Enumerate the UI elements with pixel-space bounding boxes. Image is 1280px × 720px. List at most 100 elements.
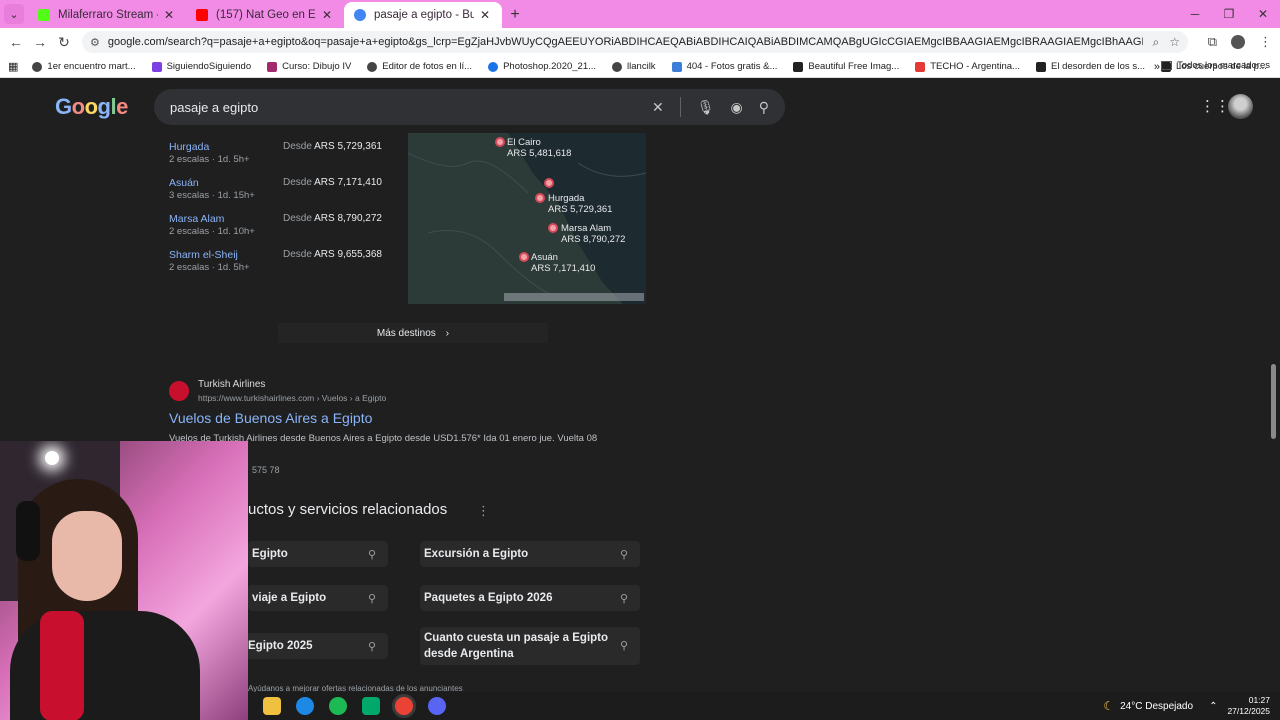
result-title-link[interactable]: Vuelos de Buenos Aires a Egipto <box>169 410 372 426</box>
bookmark-item[interactable]: llancilk <box>612 61 656 72</box>
google-apps-icon[interactable]: ⋮⋮ <box>1200 97 1230 115</box>
search-input[interactable] <box>170 99 652 115</box>
close-icon[interactable]: ✕ <box>320 8 334 22</box>
more-bookmarks-icon[interactable]: » <box>1154 61 1160 73</box>
microphone-icon[interactable]: 🎙 <box>697 99 715 116</box>
window-controls: ─ ❐ ✕ <box>1178 0 1280 28</box>
tab-google-search[interactable]: pasaje a egipto - Buscar con G ✕ <box>344 2 502 28</box>
reload-icon[interactable]: ↻ <box>52 34 76 51</box>
tab-milaferraro[interactable]: Milaferraro Stream - Watch Liv ✕ <box>28 2 186 28</box>
related-search-chip[interactable]: Egipto ⚲ <box>248 541 388 567</box>
bookmark-item[interactable]: Beautiful Free Imag... <box>793 61 899 72</box>
tab-natgeo[interactable]: (157) Nat Geo en Español - You ✕ <box>186 2 344 28</box>
profile-icon[interactable] <box>1231 35 1245 49</box>
close-icon[interactable]: ✕ <box>478 8 492 22</box>
bookmark-star-icon[interactable]: ☆ <box>1169 35 1180 49</box>
back-icon[interactable]: ← <box>4 34 28 50</box>
destination-meta: 2 escalas · 1d. 5h+ <box>169 262 250 273</box>
turkish-airlines-icon[interactable] <box>169 381 189 401</box>
clear-icon[interactable]: ✕ <box>652 99 664 116</box>
bookmark-item[interactable]: Editor de fotos en lí... <box>367 61 472 72</box>
list-item[interactable]: Hurgada 2 escalas · 1d. 5h+ Desde ARS 5,… <box>169 139 391 175</box>
related-search-chip[interactable]: Excursión a Egipto ⚲ <box>420 541 640 567</box>
minimize-icon[interactable]: ─ <box>1178 0 1212 28</box>
bookmark-item[interactable]: El desorden de los s... <box>1035 61 1145 72</box>
list-item[interactable]: Asuán 3 escalas · 1d. 15h+ Desde ARS 7,1… <box>169 175 391 211</box>
file-explorer-icon[interactable] <box>263 697 281 715</box>
map-pin-label: Hurgada ARS 5,729,361 <box>548 193 613 215</box>
destination-meta: 3 escalas · 1d. 15h+ <box>169 190 255 201</box>
destination-price: Desde ARS 8,790,272 <box>283 213 382 224</box>
apps-grid-icon[interactable]: ▦ <box>8 60 18 73</box>
result-url[interactable]: https://www.turkishairlines.com › Vuelos… <box>198 393 386 403</box>
browser-toolbar: ← → ↻ ⚙ google.com/search?q=pasaje+a+egi… <box>0 28 1280 56</box>
forward-icon[interactable]: → <box>28 34 52 50</box>
restore-icon[interactable]: ❐ <box>1212 0 1246 28</box>
destinations-map[interactable]: El Cairo ARS 5,481,618 Hurgada ARS 5,729,3… <box>408 133 646 304</box>
address-bar[interactable]: ⚙ google.com/search?q=pasaje+a+egipto&oq… <box>82 31 1188 53</box>
bookmark-item[interactable]: TECHO - Argentina... <box>915 61 1020 72</box>
destination-city[interactable]: Marsa Alam <box>169 213 224 225</box>
app-icon[interactable] <box>362 697 380 715</box>
destination-city[interactable]: Hurgada <box>169 141 209 153</box>
map-pin[interactable] <box>495 137 505 147</box>
clock[interactable]: 01:27 27/12/2025 <box>1227 695 1270 717</box>
weather-widget[interactable]: ☾ 24°C Despejado <box>1103 699 1193 713</box>
new-tab-button[interactable]: + <box>502 2 528 28</box>
discord-icon[interactable] <box>428 697 446 715</box>
chevron-right-icon: › <box>445 327 450 339</box>
search-icon: ⚲ <box>367 548 376 561</box>
extensions-icon[interactable]: ⧉ <box>1208 34 1217 50</box>
map-pin[interactable] <box>548 223 558 233</box>
url-text[interactable]: google.com/search?q=pasaje+a+egipto&oq=p… <box>108 36 1143 48</box>
bookmark-item[interactable]: 1er encuentro mart... <box>32 61 136 72</box>
search-box[interactable]: ✕ 🎙 ◉ ⚲ <box>154 89 785 125</box>
related-search-chip[interactable]: Cuanto cuesta un pasaje a Egipto desde A… <box>420 627 640 665</box>
avatar[interactable] <box>1228 94 1253 119</box>
close-window-icon[interactable]: ✕ <box>1246 0 1280 28</box>
destination-meta: 2 escalas · 1d. 5h+ <box>169 154 250 165</box>
result-site-name[interactable]: Turkish Airlines <box>198 379 265 390</box>
google-logo[interactable]: Google <box>55 94 128 120</box>
destination-meta: 2 escalas · 1d. 10h+ <box>169 226 255 237</box>
related-search-chip[interactable]: Paquetes a Egipto 2026 ⚲ <box>420 585 640 611</box>
tab-search-icon[interactable]: ⌄ <box>4 4 24 24</box>
related-search-chip[interactable]: Egipto 2025 ⚲ <box>244 633 388 659</box>
webcam-light <box>45 451 59 465</box>
destination-city[interactable]: Asuán <box>169 177 199 189</box>
bookmarks-bar: ▦ 1er encuentro mart... SiguiendoSiguien… <box>0 56 1280 78</box>
all-bookmarks[interactable]: Todos los marcadores <box>1161 60 1270 71</box>
headphones <box>16 501 40 561</box>
bookmark-item[interactable]: Curso: Dibujo IV <box>267 61 351 72</box>
site-info-icon[interactable]: ⚙ <box>90 36 100 49</box>
bookmark-item[interactable]: SiguiendoSiguiendo <box>151 61 251 72</box>
related-search-chip[interactable]: viaje a Egipto ⚲ <box>248 585 388 611</box>
edge-icon[interactable] <box>296 697 314 715</box>
more-destinations-button[interactable]: Más destinos › <box>278 323 548 343</box>
microphone <box>40 611 84 720</box>
destination-price: Desde ARS 9,655,368 <box>283 249 382 260</box>
map-pin[interactable] <box>535 193 545 203</box>
moon-icon: ☾ <box>1103 699 1115 713</box>
destination-price: Desde ARS 7,171,410 <box>283 177 382 188</box>
destination-city[interactable]: Sharm el-Sheij <box>169 249 238 261</box>
bookmark-item[interactable]: 404 - Fotos gratis &... <box>671 61 777 72</box>
zoom-icon[interactable]: ⌕ <box>1153 35 1160 50</box>
tab-title: (157) Nat Geo en Español - You <box>216 9 316 21</box>
chrome-icon[interactable] <box>395 697 413 715</box>
bookmark-item[interactable]: Photoshop.2020_21... <box>488 61 596 72</box>
close-icon[interactable]: ✕ <box>162 8 176 22</box>
chevron-up-icon[interactable]: ⌃ <box>1209 701 1217 712</box>
spotify-icon[interactable] <box>329 697 347 715</box>
search-icon: ⚲ <box>367 592 376 605</box>
list-item[interactable]: Sharm el-Sheij 2 escalas · 1d. 5h+ Desde… <box>169 247 391 283</box>
more-options-icon[interactable]: ⋮ <box>477 503 490 519</box>
list-item[interactable]: Marsa Alam 2 escalas · 1d. 10h+ Desde AR… <box>169 211 391 247</box>
lens-icon[interactable]: ◉ <box>731 99 743 116</box>
map-pin[interactable] <box>519 252 529 262</box>
search-icon[interactable]: ⚲ <box>759 99 769 116</box>
map-pin[interactable] <box>544 178 554 188</box>
page-scrollbar[interactable] <box>1271 364 1276 439</box>
taskbar: ☾ 24°C Despejado ⌃ 01:27 27/12/2025 <box>248 692 1280 720</box>
menu-icon[interactable]: ⋮ <box>1259 34 1272 50</box>
